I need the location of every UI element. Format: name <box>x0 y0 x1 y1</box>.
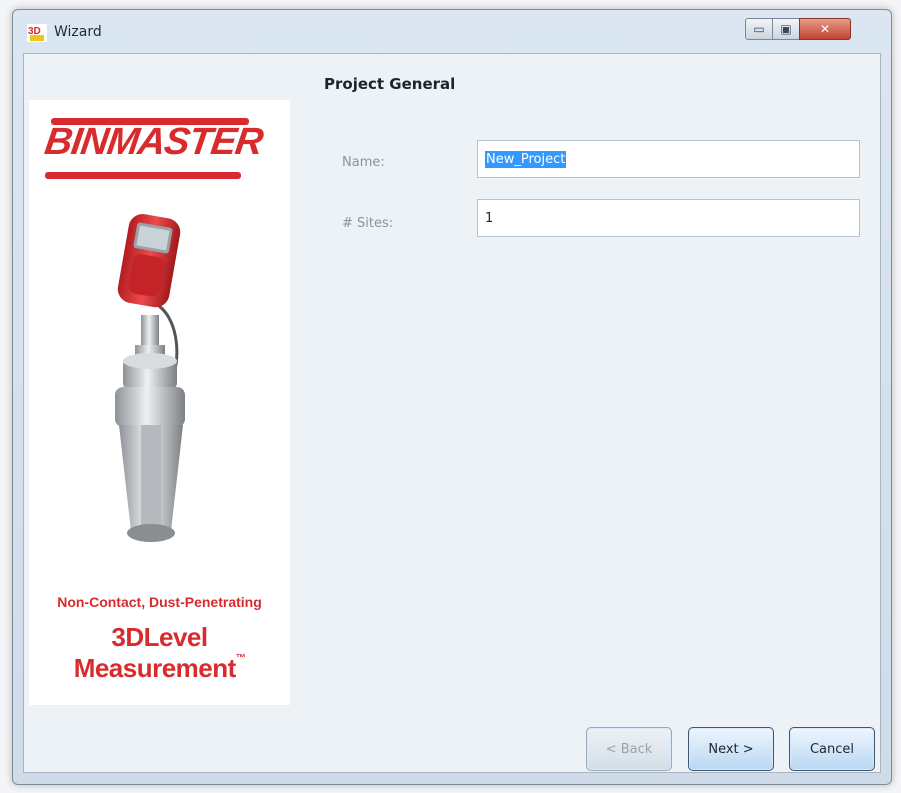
sites-label: # Sites: <box>342 216 394 231</box>
minimize-button[interactable]: ▭ <box>745 18 773 40</box>
cancel-button[interactable]: Cancel <box>789 727 875 771</box>
name-label: Name: <box>342 155 385 170</box>
close-icon: ✕ <box>819 22 831 36</box>
app-icon: 3D <box>27 24 47 42</box>
sites-count-input[interactable]: 1 <box>477 199 860 237</box>
back-button[interactable]: < Back <box>586 727 672 771</box>
radar-level-sensor-image <box>115 214 185 542</box>
close-button[interactable]: ✕ <box>799 18 851 40</box>
section-title: Project General <box>324 75 456 93</box>
logo-text: BINMASTER <box>42 121 265 163</box>
trademark-symbol: ™ <box>235 653 246 664</box>
next-button[interactable]: Next > <box>688 727 774 771</box>
tagline-line-1: Non-Contact, Dust-Penetrating <box>57 594 262 610</box>
branding-panel: BINMASTER Non-Contact, Dust-Penetrating … <box>29 100 290 705</box>
maximize-button[interactable]: ▣ <box>772 18 800 40</box>
sites-count-value: 1 <box>485 210 494 226</box>
title-bar: 3D Wizard ▭ ▣ ✕ <box>13 10 891 52</box>
tagline-line-2: 3DLevel Measurement™ <box>73 622 246 683</box>
maximize-icon: ▣ <box>780 22 792 36</box>
project-name-input[interactable]: New_Project <box>477 140 860 178</box>
minimize-icon: ▭ <box>753 22 765 36</box>
binmaster-logo: BINMASTER <box>42 114 265 179</box>
project-name-value: New_Project <box>485 150 567 168</box>
window-title: Wizard <box>54 24 102 40</box>
